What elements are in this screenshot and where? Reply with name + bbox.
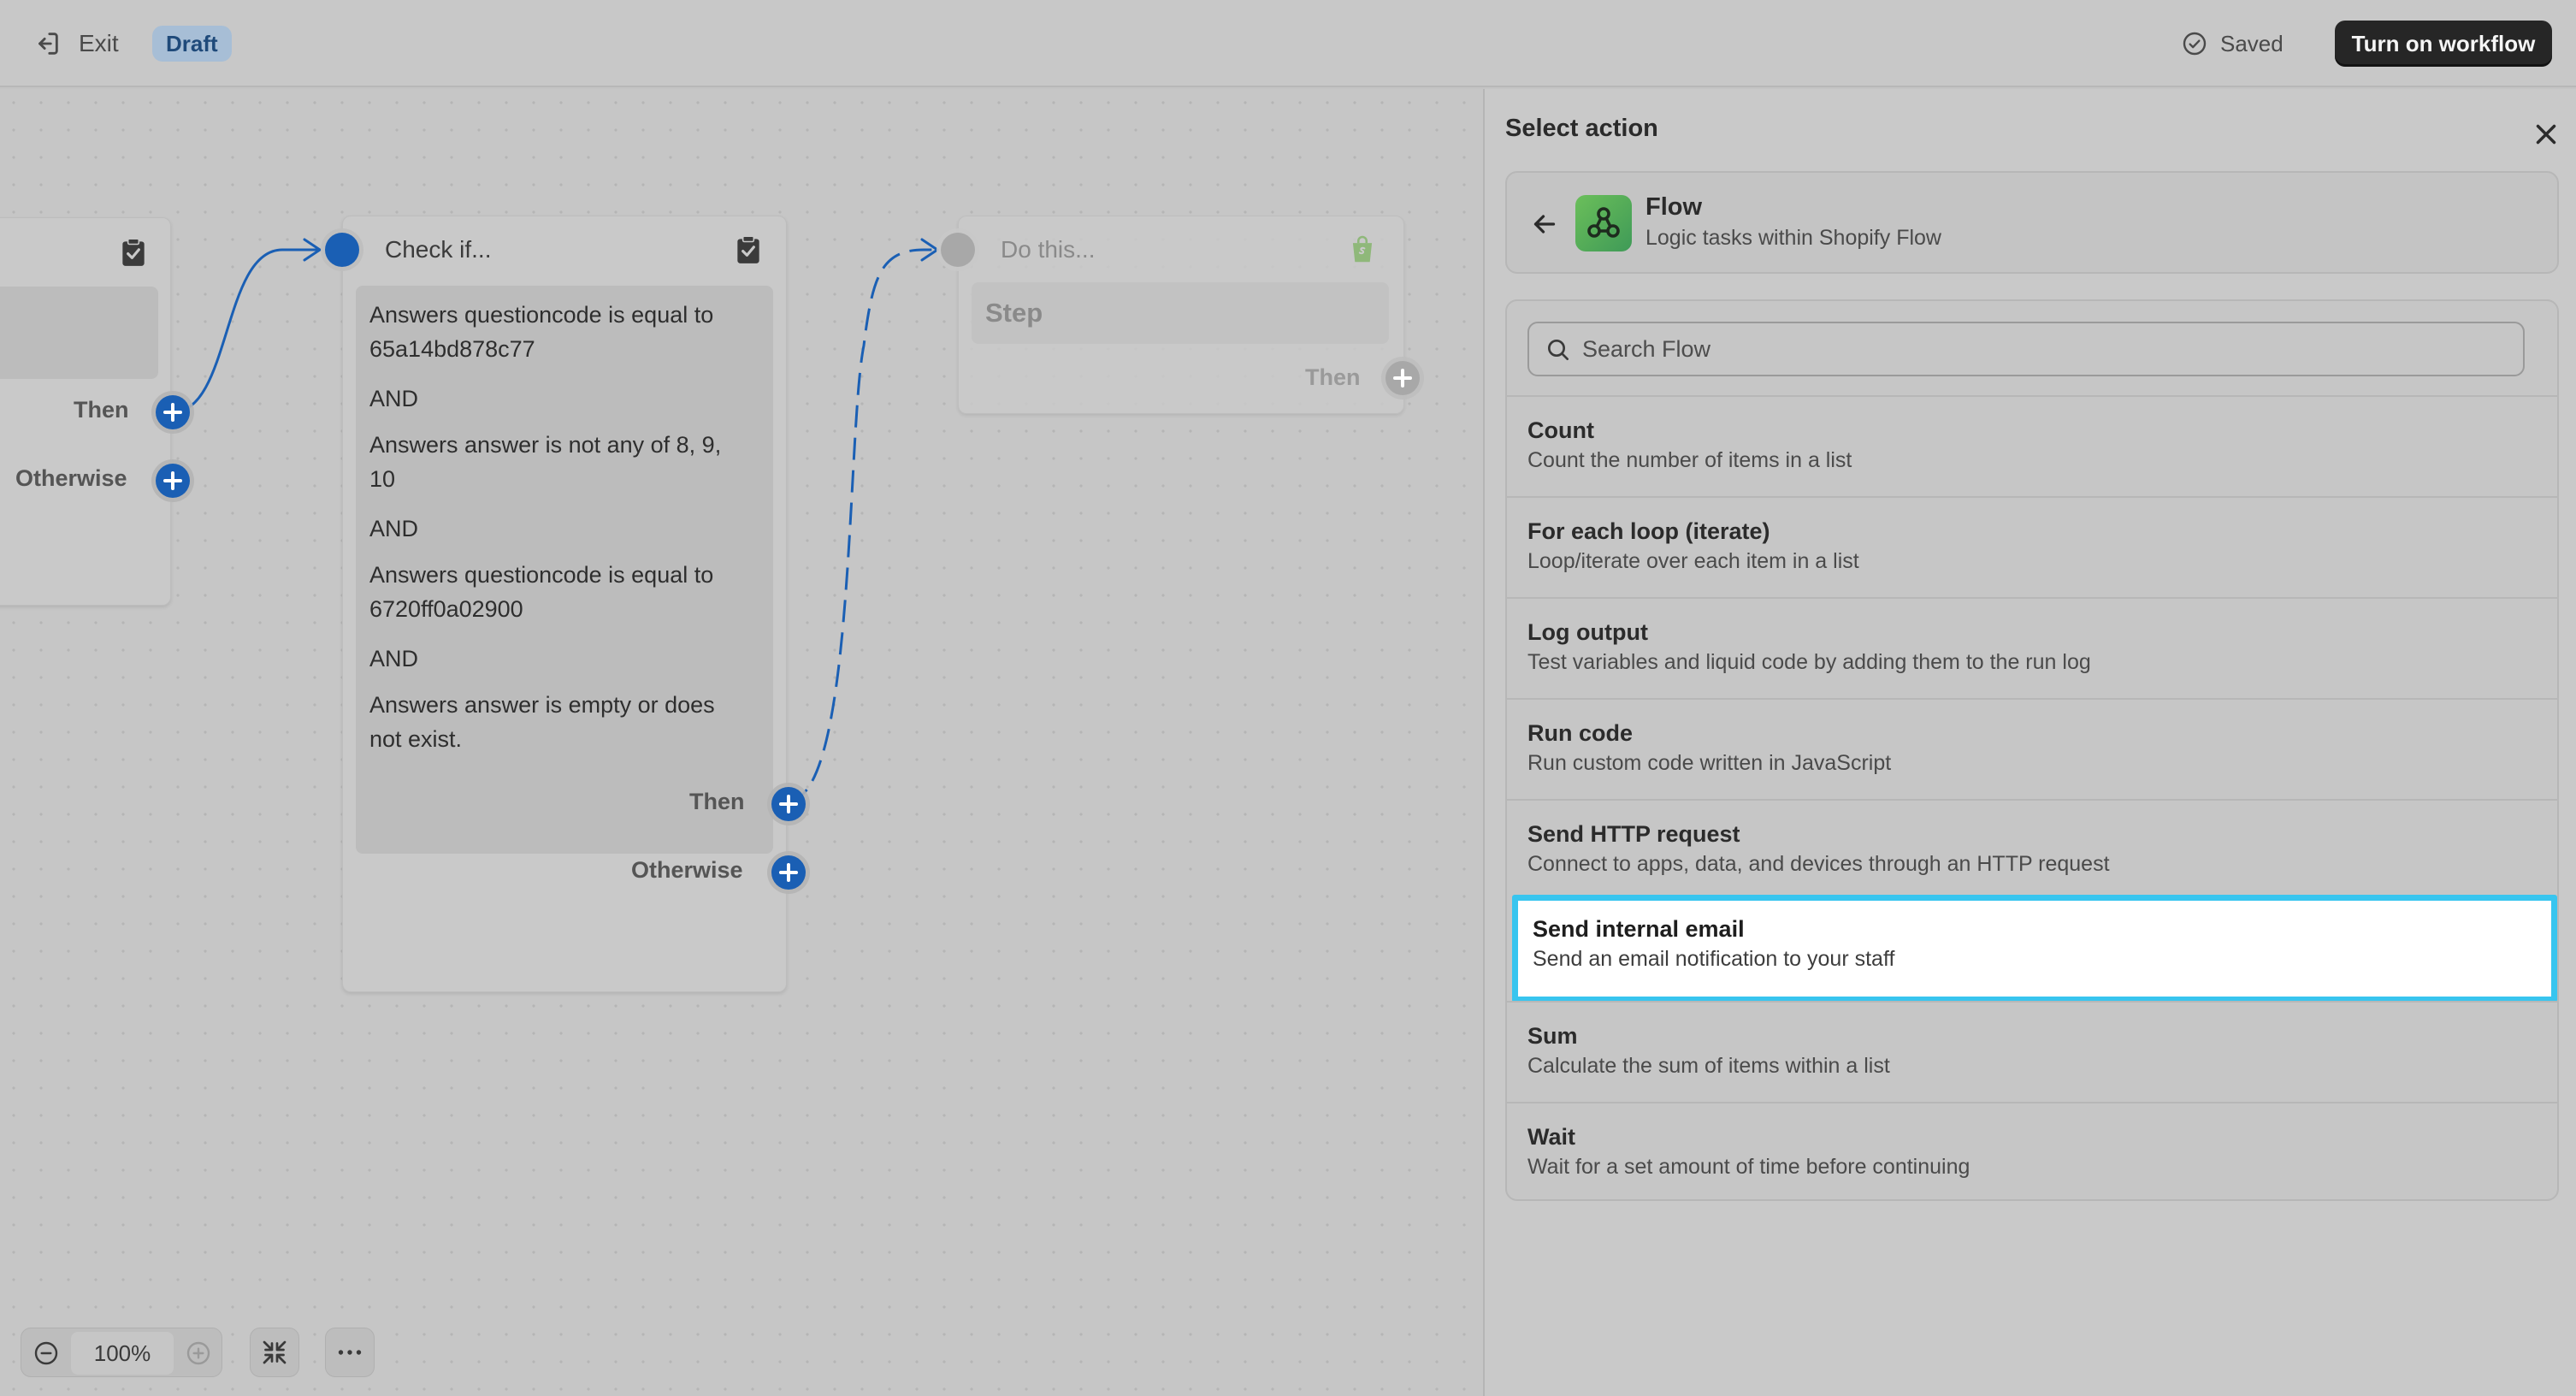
fit-view-button[interactable] xyxy=(250,1328,299,1377)
zoom-level: 100% xyxy=(71,1332,174,1375)
app-header-card: Flow Logic tasks within Shopify Flow xyxy=(1505,171,2559,274)
more-options-button[interactable] xyxy=(325,1328,375,1377)
action-description: Send an email notification to your staff xyxy=(1533,947,1895,971)
action-description: Test variables and liquid code by adding… xyxy=(1527,650,2091,674)
workflow-canvas[interactable]: Then Otherwise Check if... Answers quest… xyxy=(0,89,1483,1396)
action-item-send-http-request[interactable]: Send HTTP request Connect to apps, data,… xyxy=(1507,799,2557,900)
collapse-icon xyxy=(263,1340,287,1364)
action-then-label: Then xyxy=(1305,364,1361,390)
action-description: Loop/iterate over each item in a list xyxy=(1527,549,1859,573)
exit-label: Exit xyxy=(79,30,119,56)
action-item-send-internal-email[interactable]: Send internal email Send an email notifi… xyxy=(1512,895,2557,1003)
action-item-sum[interactable]: Sum Calculate the sum of items within a … xyxy=(1507,1001,2557,1102)
condition-line: Answers questioncode is equal to xyxy=(369,302,714,328)
condition-line: 10 xyxy=(369,466,396,492)
search-input[interactable] xyxy=(1582,330,2514,368)
condition-operator: AND xyxy=(369,516,419,541)
saved-label: Saved xyxy=(2220,30,2284,56)
check-circle-icon xyxy=(2183,32,2207,56)
minus-circle-icon xyxy=(34,1341,58,1365)
close-icon[interactable] xyxy=(2530,118,2562,151)
action-title: Send HTTP request xyxy=(1527,821,1740,847)
app-name: Flow xyxy=(1645,193,1703,221)
saved-status: Saved xyxy=(2181,26,2284,62)
turn-on-workflow-button[interactable]: Turn on workflow xyxy=(2335,21,2552,67)
zoom-out-button[interactable] xyxy=(25,1332,68,1375)
condition-line: Answers questioncode is equal to xyxy=(369,562,714,588)
clipboard-check-icon xyxy=(737,235,759,263)
flow-app-logo xyxy=(1575,195,1632,251)
action-description: Wait for a set amount of time before con… xyxy=(1527,1155,1970,1179)
condition-otherwise-add-button[interactable] xyxy=(771,855,806,890)
action-description: Connect to apps, data, and devices throu… xyxy=(1527,852,2110,876)
more-horizontal-icon xyxy=(338,1350,362,1355)
condition-then-add-button[interactable] xyxy=(771,787,806,821)
condition-operator: AND xyxy=(369,386,419,411)
arrow-left-icon[interactable] xyxy=(1529,209,1560,240)
trigger-body xyxy=(0,287,158,379)
search-box[interactable] xyxy=(1527,322,2525,376)
condition-input-dot[interactable] xyxy=(325,233,359,267)
condition-then-label: Then xyxy=(689,789,745,814)
action-item-wait[interactable]: Wait Wait for a set amount of time befor… xyxy=(1507,1102,2557,1199)
action-step-label: Step xyxy=(985,298,1043,328)
action-description: Calculate the sum of items within a list xyxy=(1527,1054,1890,1078)
status-badge: Draft xyxy=(152,26,232,62)
zoom-in-button[interactable] xyxy=(177,1332,220,1375)
action-item-log-output[interactable]: Log output Test variables and liquid cod… xyxy=(1507,597,2557,698)
action-node-title: Do this... xyxy=(1001,236,1096,263)
trigger-otherwise-add-button[interactable] xyxy=(156,464,190,498)
action-title: For each loop (iterate) xyxy=(1527,518,1770,544)
panel-title: Select action xyxy=(1505,115,1658,142)
action-title: Sum xyxy=(1527,1023,1578,1049)
exit-button[interactable]: Exit xyxy=(32,24,119,63)
condition-line: 65a14bd878c77 xyxy=(369,336,535,362)
top-bar: Exit Draft Saved Turn on workflow xyxy=(0,0,2576,87)
action-item-for-each-loop[interactable]: For each loop (iterate) Loop/iterate ove… xyxy=(1507,496,2557,597)
trigger-then-add-button[interactable] xyxy=(156,395,190,429)
condition-node-title: Check if... xyxy=(385,236,492,263)
condition-line: Answers answer is empty or does xyxy=(369,692,715,718)
flow-logo-icon xyxy=(1587,207,1620,238)
trigger-otherwise-label: Otherwise xyxy=(15,465,127,491)
exit-icon xyxy=(38,33,58,55)
condition-line: not exist. xyxy=(369,726,463,752)
plus-circle-icon xyxy=(186,1341,210,1365)
action-list: Count Count the number of items in a lis… xyxy=(1505,299,2559,1201)
action-description: Run custom code written in JavaScript xyxy=(1527,751,1892,775)
shopify-bag-icon xyxy=(1352,235,1373,263)
action-then-add-button[interactable] xyxy=(1385,361,1420,395)
action-item-count[interactable]: Count Count the number of items in a lis… xyxy=(1507,395,2557,496)
app-description: Logic tasks within Shopify Flow xyxy=(1645,226,1941,250)
condition-line: 6720ff0a02900 xyxy=(369,596,523,622)
action-item-run-code[interactable]: Run code Run custom code written in Java… xyxy=(1507,698,2557,799)
trigger-then-label: Then xyxy=(74,397,129,423)
condition-line: Answers answer is not any of 8, 9, xyxy=(369,432,722,458)
action-title: Send internal email xyxy=(1533,916,1745,942)
action-title: Run code xyxy=(1527,720,1634,746)
clipboard-check-icon xyxy=(122,238,145,266)
zoom-controls: 100% xyxy=(21,1328,222,1377)
select-action-panel: Select action Flow Logic tasks within Sh… xyxy=(1483,89,2576,1396)
condition-operator: AND xyxy=(369,646,419,671)
action-input-dot[interactable] xyxy=(941,233,975,267)
search-icon xyxy=(1548,340,1569,360)
action-title: Log output xyxy=(1527,619,1648,645)
action-title: Count xyxy=(1527,417,1594,443)
condition-otherwise-label: Otherwise xyxy=(631,857,743,883)
action-description: Count the number of items in a list xyxy=(1527,448,1852,472)
action-title: Wait xyxy=(1527,1124,1575,1150)
